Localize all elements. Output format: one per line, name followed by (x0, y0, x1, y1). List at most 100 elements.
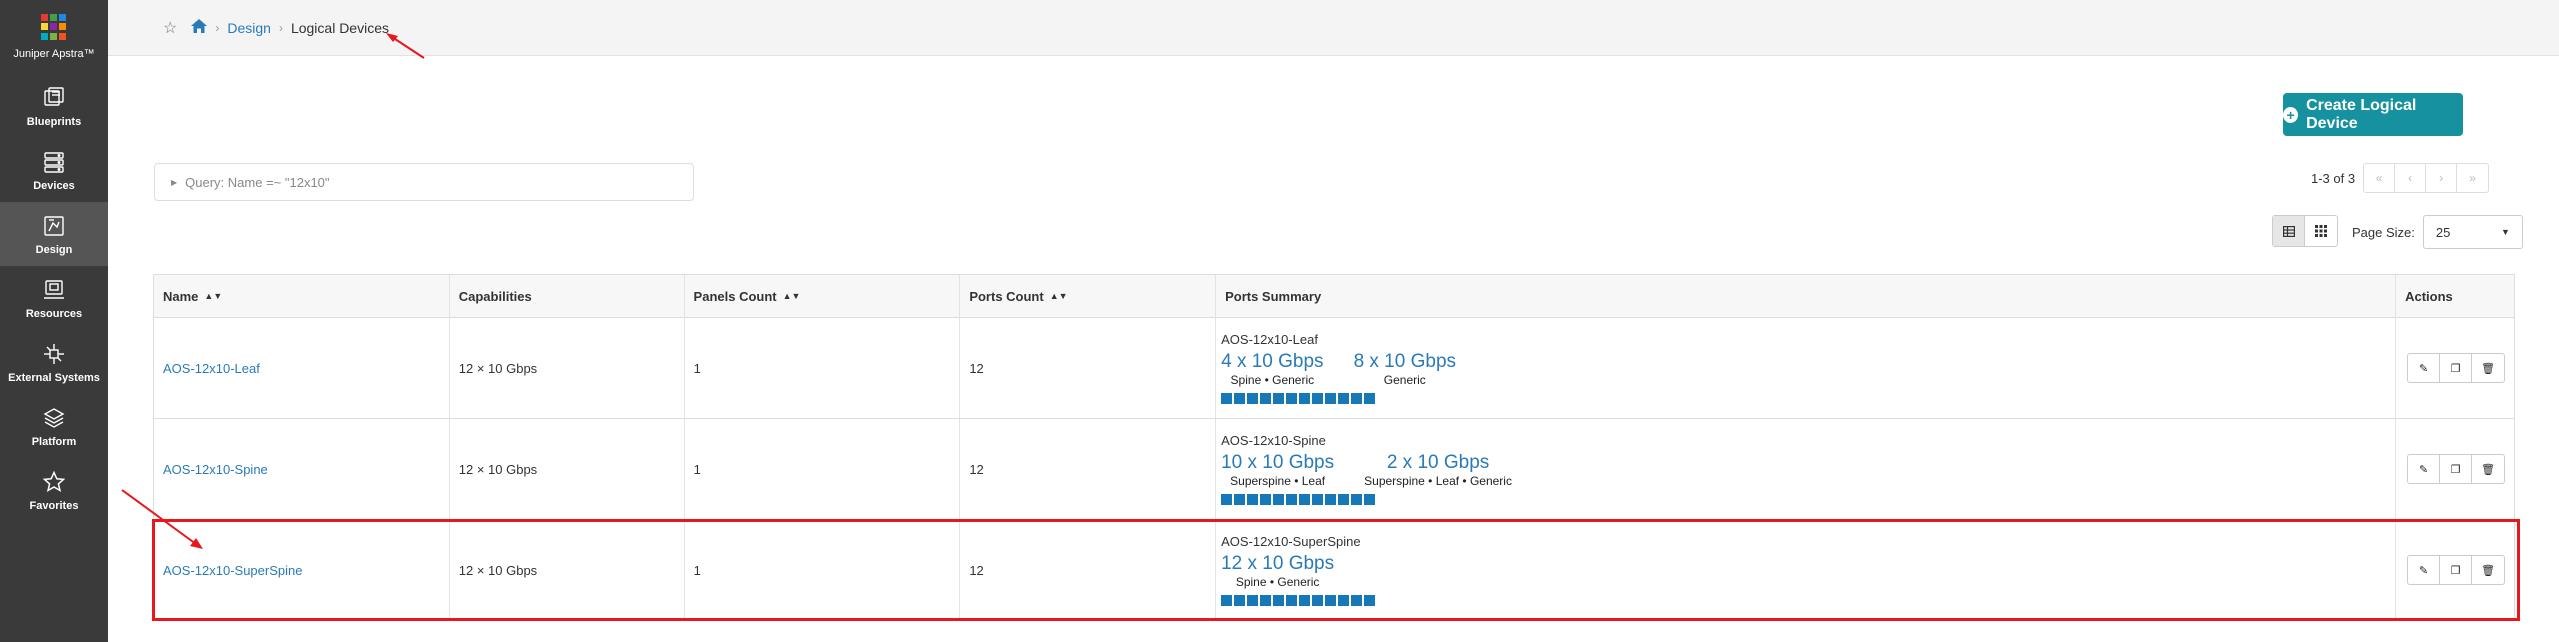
ports-summary: AOS-12x10-Leaf 4 x 10 Gbps Spine • Gener… (1216, 318, 2397, 418)
column-header-name[interactable]: Name ▲▼ (154, 275, 450, 317)
view-toggle (2272, 215, 2338, 247)
device-name-link[interactable]: AOS-12x10-Spine (163, 462, 268, 477)
caret-down-icon: ▼ (2500, 227, 2510, 237)
ports-summary-title: AOS-12x10-Spine (1221, 433, 1326, 448)
platform-icon (40, 405, 68, 431)
column-header-ports-count[interactable]: Ports Count ▲▼ (960, 275, 1217, 317)
home-icon[interactable] (191, 19, 208, 36)
breadcrumb: ☆ › Design › Logical Devices (108, 0, 2559, 56)
sidebar-item-label: Platform (31, 435, 77, 448)
query-filter[interactable]: ▶ Query: Name =~ "12x10" (154, 163, 694, 201)
brand-name: Juniper Apstra™ (13, 48, 95, 60)
sidebar-item-resources[interactable]: Resources (0, 266, 108, 330)
devices-icon (40, 149, 68, 175)
table-header: Name ▲▼ Capabilities Panels Count ▲▼ Ports… (154, 275, 2514, 317)
caret-right-icon[interactable]: ▶ (171, 178, 177, 187)
port-group-roles: Superspine • Leaf • Generic (1364, 474, 1512, 488)
first-page-button[interactable]: « (2364, 164, 2396, 192)
sort-icon[interactable]: ▲▼ (1050, 291, 1068, 301)
port-group: 10 x 10 Gbps Superspine • Leaf (1221, 452, 1334, 488)
chevron-right-icon: › (215, 20, 220, 35)
sidebar-item-label: Design (35, 243, 73, 256)
chevron-right-icon: › (278, 20, 283, 35)
port-group: 8 x 10 Gbps Generic (1354, 351, 1456, 387)
pagination: 1-3 of 3 « ‹ › » (2311, 163, 2490, 193)
row-actions: ✎ ❐ 🗑 (2407, 454, 2506, 484)
page-size-select[interactable]: 25 ▼ (2422, 215, 2523, 249)
table-row: AOS-12x10-Leaf 12 × 10 Gbps 1 12 AOS-12x… (154, 317, 2514, 418)
create-button-label: Create Logical Device (2306, 96, 2417, 132)
sidebar-item-label: Favorites (29, 499, 79, 512)
page-title: Logical Devices (290, 19, 389, 36)
column-header-capabilities: Capabilities (450, 275, 685, 317)
port-group-roles: Spine • Generic (1230, 373, 1315, 387)
port-group-count: 10 x 10 Gbps (1221, 452, 1335, 473)
blueprints-icon (40, 85, 68, 111)
external-systems-icon (40, 341, 68, 367)
page-size-control: Page Size: 25 ▼ (2352, 215, 2523, 249)
grid-view-icon[interactable] (2305, 216, 2337, 246)
brand[interactable]: Juniper Apstra™ (0, 0, 108, 74)
star-icon (40, 469, 68, 495)
design-icon (40, 213, 68, 239)
sidebar-item-label: Resources (25, 307, 83, 320)
column-header-ports-summary: Ports Summary (1216, 275, 2397, 317)
clone-icon[interactable]: ❐ (2440, 354, 2473, 382)
clone-icon[interactable]: ❐ (2440, 455, 2473, 483)
port-group-count: 2 x 10 Gbps (1386, 452, 1490, 473)
table-view-icon[interactable] (2273, 216, 2305, 246)
sidebar-item-label: Devices (33, 179, 75, 192)
panels-count-value: 1 (693, 360, 701, 376)
delete-icon[interactable]: 🗑 (2472, 354, 2504, 382)
sidebar-item-blueprints[interactable]: Blueprints (0, 74, 108, 138)
column-header-panels-count[interactable]: Panels Count ▲▼ (685, 275, 961, 317)
star-icon[interactable]: ☆ (163, 18, 177, 38)
edit-icon[interactable]: ✎ (2408, 354, 2441, 382)
delete-icon[interactable]: 🗑 (2472, 455, 2504, 483)
sort-icon[interactable]: ▲▼ (204, 291, 222, 301)
table-row: AOS-12x10-Spine 12 × 10 Gbps 1 12 AOS-12… (154, 418, 2514, 519)
capabilities-value: 12 × 10 Gbps (458, 360, 538, 376)
ports-count-value: 12 (969, 461, 984, 477)
last-page-button[interactable]: » (2457, 164, 2488, 192)
ports-summary-title: AOS-12x10-Leaf (1221, 332, 1318, 347)
port-group-roles: Generic (1383, 373, 1426, 387)
sidebar-item-label: External Systems (8, 371, 100, 384)
plus-circle-icon: + (2283, 106, 2299, 123)
page-size-value: 25 (2435, 224, 2451, 240)
sidebar-item-label: Blueprints (26, 115, 82, 128)
sidebar: Juniper Apstra™ Blueprints Devices Desig… (0, 0, 108, 642)
port-squares (1221, 494, 1377, 505)
ports-count-value: 12 (969, 360, 984, 376)
panels-count-value: 1 (693, 461, 701, 477)
sidebar-item-external-systems[interactable]: External Systems (0, 330, 108, 394)
apstra-logo-icon (41, 14, 67, 40)
column-header-actions: Actions (2405, 288, 2453, 304)
port-group: 2 x 10 Gbps Superspine • Leaf • Generic (1364, 452, 1512, 488)
ports-summary: AOS-12x10-Spine 10 x 10 Gbps Superspine … (1216, 419, 2397, 519)
sidebar-item-devices[interactable]: Devices (0, 138, 108, 202)
create-logical-device-button[interactable]: + Create Logical Device (2283, 93, 2463, 136)
sidebar-item-design[interactable]: Design (0, 202, 108, 266)
resources-icon (40, 277, 68, 303)
highlight-box (152, 519, 2520, 621)
pagination-count: 1-3 of 3 (2311, 170, 2356, 186)
next-page-button[interactable]: › (2426, 164, 2458, 192)
pagination-buttons: « ‹ › » (2363, 163, 2490, 193)
breadcrumb-design-link[interactable]: Design (227, 20, 271, 36)
port-squares (1221, 393, 1377, 404)
device-name-link[interactable]: AOS-12x10-Leaf (163, 361, 260, 376)
page-size-label: Page Size: (2352, 224, 2415, 240)
sidebar-item-favorites[interactable]: Favorites (0, 458, 108, 522)
sort-icon[interactable]: ▲▼ (783, 291, 801, 301)
capabilities-value: 12 × 10 Gbps (458, 461, 538, 477)
query-text: Query: Name =~ "12x10" (185, 174, 330, 190)
sidebar-item-platform[interactable]: Platform (0, 394, 108, 458)
port-group-count: 4 x 10 Gbps (1221, 351, 1324, 372)
port-group: 4 x 10 Gbps Spine • Generic (1221, 351, 1323, 387)
port-group-count: 8 x 10 Gbps (1353, 351, 1457, 372)
port-group-roles: Superspine • Leaf (1230, 474, 1326, 488)
prev-page-button[interactable]: ‹ (2395, 164, 2427, 192)
edit-icon[interactable]: ✎ (2408, 455, 2441, 483)
row-actions: ✎ ❐ 🗑 (2407, 353, 2506, 383)
